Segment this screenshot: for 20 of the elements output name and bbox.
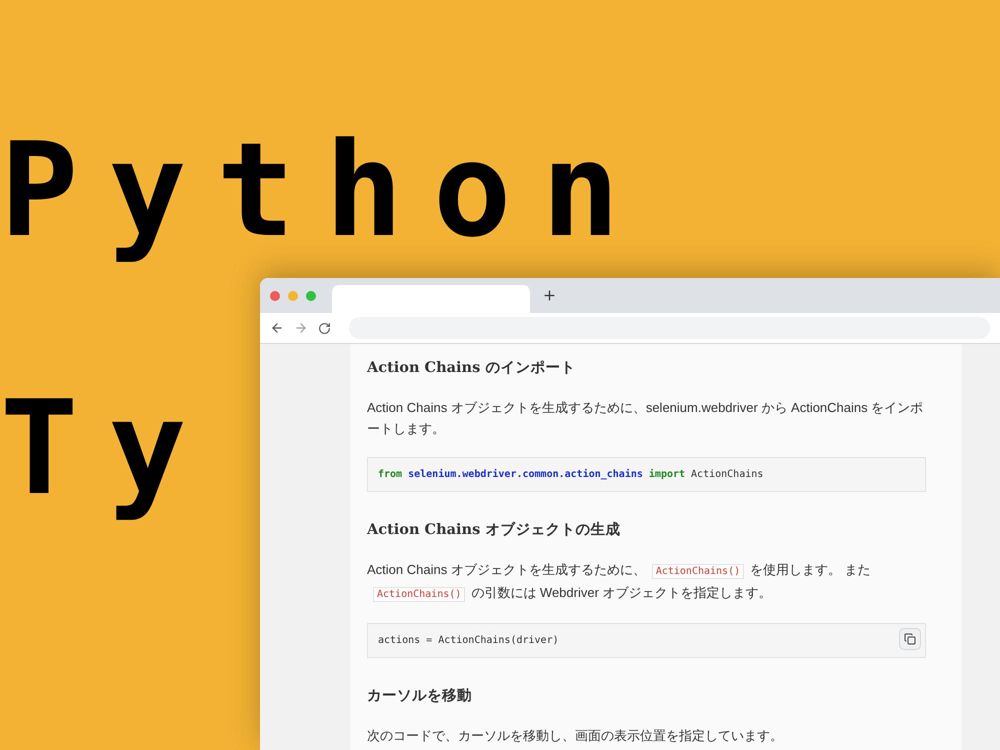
section-heading: Action Chains オブジェクトの生成 [367,520,622,539]
reload-icon[interactable] [318,322,331,334]
copy-icon [904,633,916,645]
paragraph: Action Chains オブジェクトを生成するために、selenium.webdriver から ActionChains をインポートします。 [367,399,924,438]
close-icon[interactable] [270,290,280,300]
headline-text: Python [0,114,650,268]
plus-icon[interactable] [542,288,557,303]
copy-button[interactable] [899,628,921,650]
code-block: actions = ActionChains(driver) [367,623,926,658]
maximize-icon[interactable] [306,290,316,300]
inline-code: ActionChains() [652,564,744,579]
headline-text: Ty [0,372,217,526]
section-heading: Action Chains のインポート [367,358,576,377]
minimize-icon[interactable] [288,290,298,300]
paragraph: 次のコードで、カーソルを移動し、画面の表示位置を指定しています。 [367,727,784,745]
forward-arrow-icon[interactable] [294,321,308,335]
inline-code: ActionChains() [373,587,466,602]
paragraph: Action Chains オブジェクトを生成するために、 ActionChains() を使用します。 また ActionChains() の引数には Webdriver オブジェクトを指定します。 [367,561,872,604]
section-heading: カーソルを移動 [367,686,473,705]
code-block: from selenium.webdriver.common.action_chains import ActionChains [367,457,926,492]
